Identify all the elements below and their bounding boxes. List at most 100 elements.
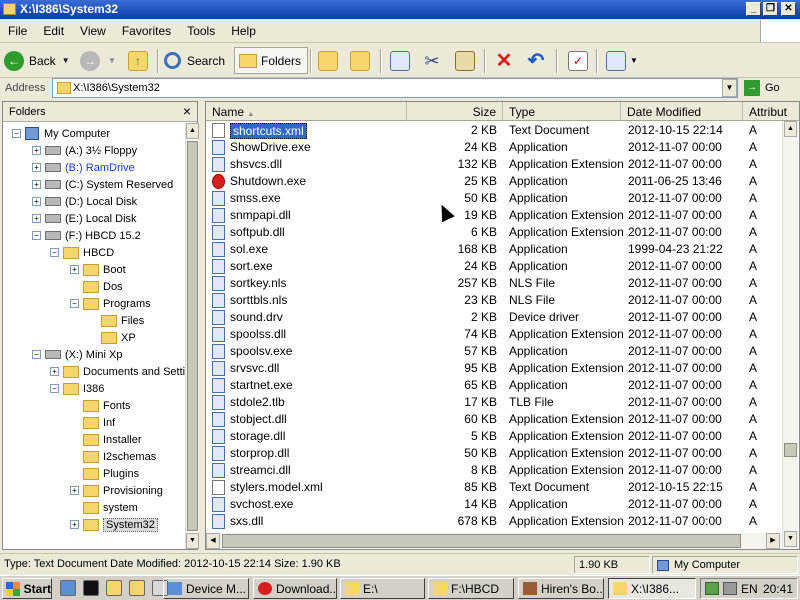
network-icon[interactable] [705, 582, 719, 595]
table-row[interactable]: Shutdown.exe 25 KB Application 2011-06-25 1… [206, 173, 799, 190]
table-row[interactable]: sorttbls.nls 23 KB NLS File 2012-11-07 00:0… [206, 292, 799, 309]
column-header-size[interactable]: Size [407, 102, 503, 121]
chevron-down-icon[interactable]: ▼ [108, 56, 116, 65]
column-header-attributes[interactable]: Attribut [743, 102, 799, 121]
table-row[interactable]: srvsvc.dll 95 KB Application Extension 2012… [206, 360, 799, 377]
tree-item[interactable]: Dos [83, 278, 123, 295]
taskbar-button[interactable]: X:\I386... [608, 578, 696, 599]
file-list-scrollbar[interactable]: ▲ ▼ [782, 121, 798, 549]
tree-item[interactable]: I2schemas [83, 448, 156, 465]
collapse-icon[interactable]: − [50, 248, 59, 257]
copy-to-button[interactable] [350, 47, 370, 74]
table-row[interactable]: stobject.dll 60 KB Application Extension 20… [206, 411, 799, 428]
table-row[interactable]: streamci.dll 8 KB Application Extension 201… [206, 462, 799, 479]
tree-item[interactable]: Plugins [83, 465, 139, 482]
tree-item[interactable]: Fonts [83, 397, 131, 414]
tree-item[interactable]: + Documents and Setti [50, 363, 185, 380]
safely-remove-icon[interactable] [723, 582, 737, 595]
table-row[interactable]: storage.dll 5 KB Application Extension 2012… [206, 428, 799, 445]
tree-item[interactable]: system [83, 499, 138, 516]
address-dropdown-button[interactable]: ▼ [722, 79, 737, 97]
table-row[interactable]: ShowDrive.exe 24 KB Application 2012-11-07 … [206, 139, 799, 156]
address-input[interactable]: X:\I386\System32 [52, 78, 738, 98]
views-button[interactable]: ▼ [606, 47, 638, 74]
table-row[interactable]: svchost.exe 14 KB Application 2012-11-07 00… [206, 496, 799, 513]
quick-launch-cmd-icon[interactable] [83, 580, 99, 596]
tree-item[interactable]: − I386 [50, 380, 104, 397]
collapse-icon[interactable]: − [32, 231, 41, 240]
tree-item[interactable]: + (A:) 3½ Floppy [32, 142, 137, 159]
table-row[interactable]: snmpapi.dll 19 KB Application Extension 201… [206, 207, 799, 224]
expand-icon[interactable]: + [70, 520, 79, 529]
close-pane-button[interactable]: × [183, 103, 191, 119]
tree-item[interactable]: − (F:) HBCD 15.2 [32, 227, 141, 244]
search-button[interactable]: Search [164, 47, 225, 74]
quick-launch-explorer-icon[interactable] [106, 580, 122, 596]
scroll-down-arrow[interactable]: ▼ [784, 531, 797, 547]
back-button[interactable]: ← Back ▼ [4, 47, 70, 74]
table-row[interactable]: sound.drv 2 KB Device driver 2012-11-07 00:… [206, 309, 799, 326]
table-row[interactable]: spoolsv.exe 57 KB Application 2012-11-07 00… [206, 343, 799, 360]
title-bar[interactable]: X:\I386\System32 _ ❐ ✕ [0, 0, 800, 19]
collapse-icon[interactable]: − [70, 299, 79, 308]
folders-button[interactable]: Folders [234, 47, 309, 74]
expand-icon[interactable]: + [32, 180, 41, 189]
tree-item[interactable]: + System32 [70, 516, 158, 533]
tree-item[interactable]: Inf [83, 414, 115, 431]
menu-view[interactable]: View [72, 19, 114, 38]
scroll-thumb[interactable] [222, 534, 741, 548]
taskbar-button[interactable]: Download... [253, 578, 337, 599]
cut-button[interactable]: ✂ [422, 47, 442, 74]
tree-item[interactable]: Installer [83, 431, 142, 448]
tree-item[interactable]: XP [101, 329, 136, 346]
expand-icon[interactable]: + [32, 146, 41, 155]
scroll-down-arrow[interactable]: ▼ [186, 533, 199, 549]
table-row[interactable]: sol.exe 168 KB Application 1999-04-23 21:22… [206, 241, 799, 258]
expand-icon[interactable]: + [70, 486, 79, 495]
taskbar-button[interactable]: Hiren's Bo... [518, 578, 604, 599]
copy-button[interactable] [390, 47, 410, 74]
menu-favorites[interactable]: Favorites [114, 19, 179, 38]
tree-item[interactable]: + Boot [70, 261, 126, 278]
folders-scrollbar[interactable]: ▲ ▼ [185, 123, 199, 549]
forward-button[interactable]: → ▼ [80, 47, 116, 74]
scroll-up-arrow[interactable]: ▲ [784, 121, 797, 137]
minimize-button[interactable]: _ [746, 2, 761, 16]
taskbar-button[interactable]: Device M... [163, 578, 249, 599]
table-row[interactable]: storprop.dll 50 KB Application Extension 20… [206, 445, 799, 462]
paste-button[interactable] [455, 47, 475, 74]
move-to-button[interactable] [318, 47, 338, 74]
table-row[interactable]: shsvcs.dll 132 KB Application Extension 201… [206, 156, 799, 173]
table-row[interactable]: softpub.dll 6 KB Application Extension 2012… [206, 224, 799, 241]
language-indicator[interactable]: EN [741, 582, 758, 596]
go-button[interactable]: → Go [744, 78, 796, 98]
scroll-thumb[interactable] [784, 443, 797, 457]
table-row[interactable]: spoolss.dll 74 KB Application Extension 201… [206, 326, 799, 343]
table-row[interactable]: stylers.model.xml 85 KB Text Document 2012-… [206, 479, 799, 496]
up-button[interactable]: ↑ [128, 47, 148, 74]
tree-item[interactable]: − (X:) Mini Xp [32, 346, 122, 363]
quick-launch-folder-icon[interactable] [129, 580, 145, 596]
scroll-right-arrow[interactable]: ▶ [766, 533, 780, 549]
taskbar-button[interactable]: F:\HBCD [428, 578, 514, 599]
collapse-icon[interactable]: − [12, 129, 21, 138]
undo-button[interactable]: ↶ [526, 47, 546, 74]
expand-icon[interactable]: + [32, 214, 41, 223]
scroll-up-arrow[interactable]: ▲ [186, 123, 199, 139]
menu-edit[interactable]: Edit [35, 19, 72, 38]
expand-icon[interactable]: + [50, 367, 59, 376]
tree-item[interactable]: + Provisioning [70, 482, 163, 499]
tree-item[interactable]: + (B:) RamDrive [32, 159, 135, 176]
table-row[interactable]: sort.exe 24 KB Application 2012-11-07 00:00… [206, 258, 799, 275]
table-row[interactable]: startnet.exe 65 KB Application 2012-11-07 0… [206, 377, 799, 394]
horizontal-scrollbar[interactable]: ◀ ▶ [206, 533, 781, 549]
table-row[interactable]: shortcuts.xml 2 KB Text Document 2012-10-15… [206, 122, 799, 139]
tree-item[interactable]: − HBCD [50, 244, 114, 261]
column-header-type[interactable]: Type [503, 102, 621, 121]
expand-icon[interactable]: + [32, 163, 41, 172]
maximize-button[interactable]: ❐ [763, 2, 778, 16]
taskbar-button[interactable]: E:\ [340, 578, 425, 599]
close-button[interactable]: ✕ [781, 2, 796, 16]
menu-file[interactable]: File [0, 19, 35, 38]
chevron-down-icon[interactable]: ▼ [62, 56, 70, 65]
